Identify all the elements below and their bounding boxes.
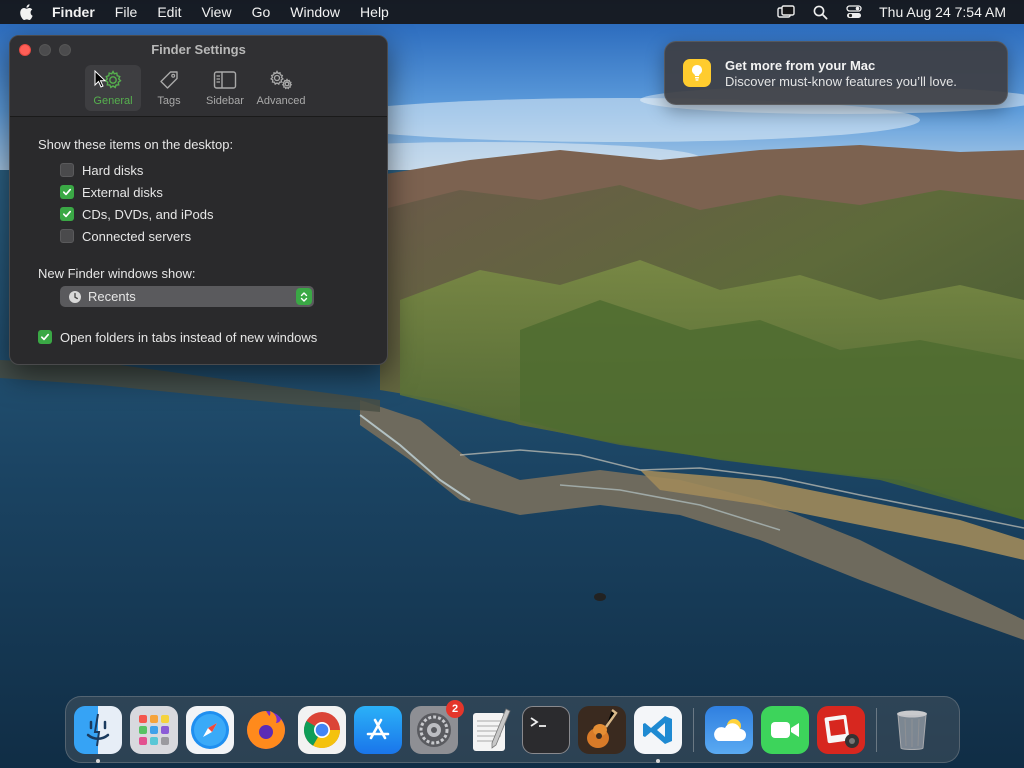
apple-menu-icon[interactable] <box>12 4 40 20</box>
safari-compass-icon <box>191 710 229 749</box>
app-store-icon <box>366 718 390 739</box>
tab-sidebar[interactable]: Sidebar <box>197 65 253 111</box>
checkbox-external-disks[interactable]: External disks <box>60 181 387 203</box>
checkbox-label: CDs, DVDs, and iPods <box>82 206 214 222</box>
tab-advanced[interactable]: Advanced <box>253 65 309 111</box>
window-title: Finder Settings <box>151 42 246 57</box>
dock: 2 <box>65 696 960 763</box>
dock-system-settings[interactable]: 2 <box>410 699 464 754</box>
weather-icon <box>714 718 746 741</box>
menu-edit[interactable]: Edit <box>147 0 191 24</box>
menu-go[interactable]: Go <box>242 0 281 24</box>
checkbox-hard-disks[interactable]: Hard disks <box>60 159 387 181</box>
checkbox-cds-dvds-ipods[interactable]: CDs, DVDs, and iPods <box>60 203 387 225</box>
dock-terminal[interactable] <box>522 705 570 754</box>
checkbox-connected-servers[interactable]: Connected servers <box>60 225 387 247</box>
guitar-icon <box>587 708 618 748</box>
dock-trash[interactable] <box>888 706 936 754</box>
window-titlebar[interactable]: Finder Settings General Tags Sidebar Adv… <box>10 36 387 117</box>
tab-advanced-label: Advanced <box>256 95 306 107</box>
gears-icon <box>268 68 294 92</box>
control-center-icon[interactable] <box>837 0 871 24</box>
dock-textedit[interactable] <box>466 706 514 754</box>
chevron-up-down-icon[interactable] <box>296 288 312 305</box>
general-settings-pane: Show these items on the desktop: Hard di… <box>10 117 387 348</box>
desktop-items-label: Show these items on the desktop: <box>38 137 234 152</box>
checkbox-unchecked[interactable] <box>60 163 74 177</box>
vscode-icon <box>643 715 672 744</box>
menu-help[interactable]: Help <box>350 0 399 24</box>
notification-badge: 2 <box>446 699 464 718</box>
dock-weather[interactable] <box>705 705 753 754</box>
lightbulb-icon <box>683 59 711 87</box>
dock-firefox[interactable] <box>242 706 290 754</box>
checkmark-icon[interactable] <box>38 330 52 344</box>
sidebar-icon <box>212 68 238 92</box>
checkmark-icon[interactable] <box>60 185 74 199</box>
dock-photo-booth[interactable] <box>817 705 865 754</box>
new-windows-popup[interactable]: Recents <box>60 286 314 307</box>
firefox-icon <box>247 710 285 749</box>
menu-clock[interactable]: Thu Aug 24 7:54 AM <box>871 0 1024 24</box>
running-indicator <box>656 758 660 763</box>
menu-view[interactable]: View <box>191 0 241 24</box>
notification-banner[interactable]: Get more from your Mac Discover must-kno… <box>664 41 1008 105</box>
finder-icon <box>86 713 110 746</box>
menu-app-name[interactable]: Finder <box>40 0 105 24</box>
notification-body: Discover must-know features you’ll love. <box>725 73 957 89</box>
menu-bar: Finder File Edit View Go Window Help Thu… <box>0 0 1024 24</box>
settings-toolbar: General Tags Sidebar Advanced <box>85 65 309 111</box>
tab-general-label: General <box>93 95 133 107</box>
clock-icon <box>68 290 82 304</box>
checkbox-label: External disks <box>82 184 163 200</box>
launchpad-icon <box>139 714 169 745</box>
popup-value: Recents <box>88 289 136 304</box>
checkbox-unchecked[interactable] <box>60 229 74 243</box>
dock-separator <box>693 707 694 752</box>
tab-tags[interactable]: Tags <box>141 65 197 111</box>
finder-settings-window: Finder Settings General Tags Sidebar Adv… <box>9 35 388 365</box>
video-camera-icon <box>771 721 799 738</box>
notification-title: Get more from your Mac <box>725 57 876 73</box>
mouse-pointer-icon <box>94 69 107 93</box>
new-windows-label: New Finder windows show: <box>38 266 196 281</box>
dock-garageband[interactable] <box>578 705 626 754</box>
checkbox-open-in-tabs[interactable]: Open folders in tabs instead of new wind… <box>38 326 387 348</box>
menu-window[interactable]: Window <box>280 0 350 24</box>
dock-finder[interactable] <box>74 705 122 763</box>
chrome-icon <box>303 711 340 748</box>
display-icon[interactable] <box>769 0 803 24</box>
checkbox-label: Open folders in tabs instead of new wind… <box>60 329 318 345</box>
tag-icon <box>156 68 182 92</box>
tab-sidebar-label: Sidebar <box>206 95 244 107</box>
dock-app-store[interactable] <box>354 705 402 754</box>
checkbox-label: Hard disks <box>82 162 144 178</box>
terminal-icon <box>530 716 546 727</box>
textedit-icon <box>473 707 511 751</box>
search-icon[interactable] <box>803 0 837 24</box>
dock-chrome[interactable] <box>298 705 346 754</box>
tab-tags-label: Tags <box>157 95 181 107</box>
menu-file[interactable]: File <box>105 0 148 24</box>
dock-launchpad[interactable] <box>130 705 178 754</box>
dock-facetime[interactable] <box>761 705 809 754</box>
photo-booth-icon <box>824 714 859 748</box>
checkbox-label: Connected servers <box>82 228 192 244</box>
trash-icon <box>897 710 927 750</box>
checkmark-icon[interactable] <box>60 207 74 221</box>
dock-vscode[interactable] <box>634 705 682 763</box>
dock-safari[interactable] <box>186 705 234 754</box>
running-indicator <box>96 758 100 763</box>
dock-separator <box>876 707 877 752</box>
